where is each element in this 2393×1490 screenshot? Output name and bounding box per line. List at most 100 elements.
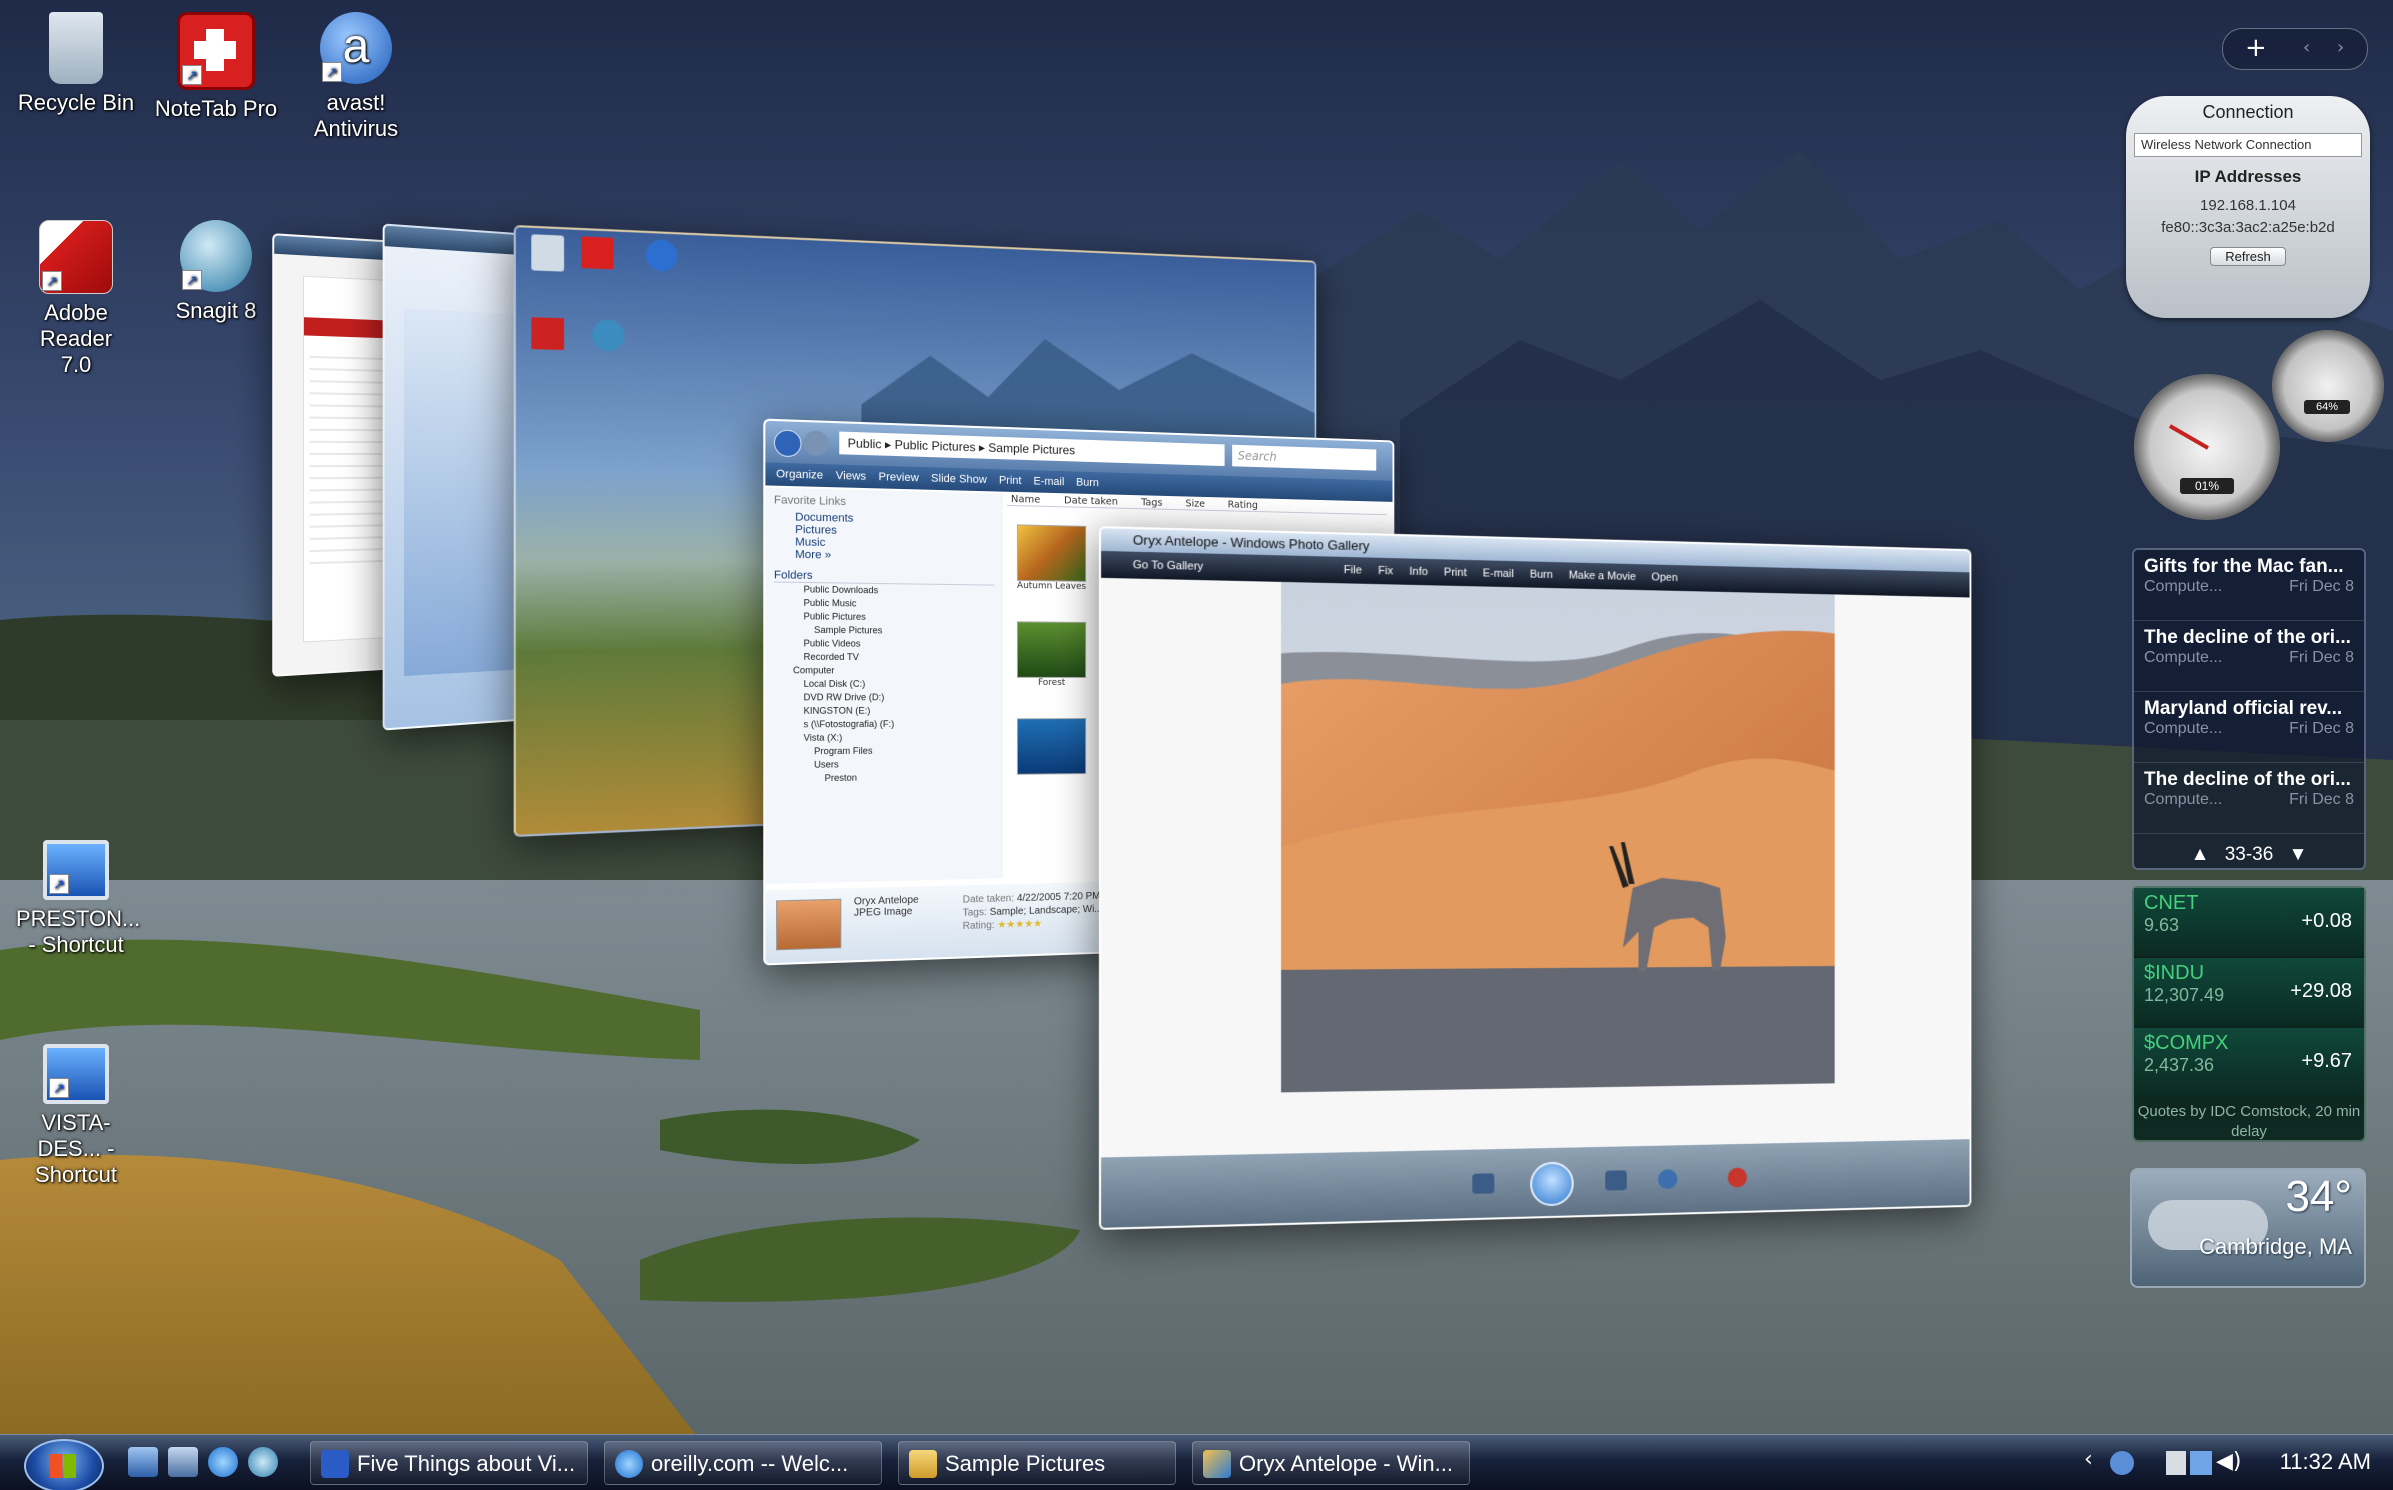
menu-fix[interactable]: Fix <box>1378 558 1393 585</box>
column-date[interactable]: Date taken <box>1064 495 1118 507</box>
stock-row[interactable]: CNET 9.63 +0.08 <box>2134 888 2364 956</box>
rotate-left-icon[interactable] <box>1658 1169 1677 1189</box>
feed-prev-icon[interactable]: ▲ <box>2191 844 2210 865</box>
folder-item[interactable]: KINGSTON (E:) <box>774 704 995 718</box>
desktop-icon-snagit[interactable]: ↗ Snagit 8 <box>146 220 286 324</box>
start-button[interactable] <box>24 1439 104 1490</box>
feed-title: Maryland official rev... <box>2144 698 2354 720</box>
menu-info[interactable]: Info <box>1409 559 1428 586</box>
folder-item[interactable]: Recorded TV <box>774 650 995 664</box>
feed-item[interactable]: Gifts for the Mac fan... Compute... Fri D… <box>2134 550 2364 621</box>
desktop-icon-avast[interactable]: a ↗ avast! Antivirus <box>286 12 426 142</box>
desktop-icon-preston-shortcut[interactable]: ↗ PRESTON... - Shortcut <box>6 840 146 958</box>
column-name[interactable]: Name <box>1011 494 1040 506</box>
connection-select[interactable]: Wireless Network Connection <box>2134 133 2362 157</box>
weather-gadget[interactable]: 34° Cambridge, MA <box>2130 1168 2366 1288</box>
feed-next-icon[interactable]: ▼ <box>2289 844 2308 865</box>
thumbnail-fish[interactable] <box>1017 718 1086 775</box>
delete-icon[interactable] <box>1728 1167 1747 1187</box>
details-date-label: Date taken: <box>963 893 1014 906</box>
taskbar-button-browser[interactable]: oreilly.com -- Welc... <box>604 1441 882 1485</box>
folder-item[interactable]: Public Videos <box>774 637 995 652</box>
show-desktop-icon[interactable] <box>128 1447 158 1477</box>
next-button[interactable] <box>1605 1170 1627 1190</box>
cpu-needle <box>2169 424 2209 449</box>
desktop-icon-vista-shortcut[interactable]: ↗ VISTA-DES... - Shortcut <box>6 1044 146 1188</box>
toolbar-slideshow[interactable]: Slide Show <box>931 467 987 491</box>
slideshow-button[interactable] <box>1530 1161 1574 1206</box>
folder-tree: Public Downloads Public Music Public Pic… <box>774 583 995 786</box>
toolbar-print[interactable]: Print <box>999 469 1022 492</box>
feed-page-range: 33-36 <box>2225 844 2274 865</box>
sidebar-prev-icon[interactable]: ‹ <box>2303 37 2310 58</box>
feed-item[interactable]: The decline of the ori... Compute... Fri … <box>2134 763 2364 834</box>
stock-row[interactable]: $COMPX 2,437.36 +9.67 <box>2134 1028 2364 1096</box>
thumbnail-label: Forest <box>1017 678 1086 688</box>
taskbar-button-explorer[interactable]: Sample Pictures <box>898 1441 1176 1485</box>
tray-expand-icon[interactable]: ‹ <box>2084 1447 2093 1472</box>
folder-item[interactable]: Public Pictures <box>774 610 995 625</box>
menu-email[interactable]: E-mail <box>1483 560 1514 587</box>
menu-file[interactable]: File <box>1344 557 1362 584</box>
desktop: Recycle Bin ↗ NoteTab Pro a ↗ avast! Anti… <box>0 0 2393 1490</box>
menu-burn[interactable]: Burn <box>1530 562 1553 589</box>
taskbar-button-label: Five Things about Vi... <box>357 1451 575 1476</box>
stock-change: +29.08 <box>2290 980 2352 1003</box>
desktop-icon-recycle-bin[interactable]: Recycle Bin <box>6 12 146 116</box>
previous-button[interactable] <box>1472 1173 1494 1194</box>
folder-item[interactable]: Local Disk (C:) <box>774 677 995 691</box>
search-input[interactable]: Search <box>1232 445 1376 471</box>
menu-print[interactable]: Print <box>1444 559 1467 586</box>
toolbar-burn[interactable]: Burn <box>1076 472 1099 495</box>
toolbar-views[interactable]: Views <box>836 465 866 489</box>
snagit-quicklaunch-icon[interactable] <box>248 1447 278 1477</box>
switch-windows-icon[interactable] <box>168 1447 198 1477</box>
desktop-icon-adobe-reader[interactable]: ↗ Adobe Reader 7.0 <box>6 220 146 378</box>
column-rating[interactable]: Rating <box>1228 500 1258 512</box>
desktop-icon-notetab[interactable]: ↗ NoteTab Pro <box>146 12 286 122</box>
network-tray-icon[interactable] <box>2110 1451 2134 1475</box>
computer-shortcut-icon: ↗ <box>43 1044 109 1104</box>
column-tags[interactable]: Tags <box>1141 497 1162 508</box>
taskbar-clock[interactable]: 11:32 AM <box>2280 1449 2371 1475</box>
toolbar-preview[interactable]: Preview <box>879 466 919 490</box>
toolbar-organize[interactable]: Organize <box>776 463 823 487</box>
back-button[interactable] <box>774 429 802 457</box>
details-tags[interactable]: Sample; Landscape; Wi... <box>990 904 1103 918</box>
refresh-button[interactable]: Refresh <box>2210 247 2286 266</box>
forward-button[interactable] <box>804 430 829 456</box>
add-gadget-icon[interactable]: + <box>2245 33 2267 63</box>
taskbar-button-photo-gallery[interactable]: Oryx Antelope - Win... <box>1192 1441 1470 1485</box>
recycle-bin-icon <box>49 12 103 84</box>
memory-value: 64% <box>2304 400 2350 414</box>
feed-item[interactable]: The decline of the ori... Compute... Fri … <box>2134 621 2364 692</box>
folder-item[interactable]: Preston <box>774 770 995 786</box>
notification-area: ‹ ◀) <box>2080 1445 2250 1481</box>
internet-explorer-icon[interactable] <box>208 1447 238 1477</box>
address-bar[interactable]: Public ▸ Public Pictures ▸ Sample Pictur… <box>839 432 1224 467</box>
security-tray-icon[interactable] <box>2166 1451 2186 1475</box>
taskbar-button-word[interactable]: Five Things about Vi... <box>310 1441 588 1485</box>
taskbar-button-label: Oryx Antelope - Win... <box>1239 1451 1453 1476</box>
menu-open[interactable]: Open <box>1652 565 1678 591</box>
connection-tray-icon[interactable] <box>2190 1451 2212 1475</box>
menu-make-movie[interactable]: Make a Movie <box>1569 562 1636 589</box>
thumbnail-autumn[interactable]: Autumn Leaves <box>1017 524 1086 592</box>
feed-item[interactable]: Maryland official rev... Compute... Fri D… <box>2134 692 2364 763</box>
oryx-antelope-photo <box>1281 582 1835 1092</box>
folder-item[interactable]: s (\\Fotostografia) (F:) <box>774 717 995 731</box>
column-size[interactable]: Size <box>1185 498 1205 509</box>
photo-view <box>1101 578 1969 1158</box>
thumbnail-forest[interactable]: Forest <box>1017 621 1086 688</box>
toolbar-email[interactable]: E-mail <box>1033 470 1064 493</box>
flip-window-photo-gallery[interactable]: Oryx Antelope - Windows Photo Gallery Go… <box>1099 526 1971 1230</box>
stock-row[interactable]: $INDU 12,307.49 +29.08 <box>2134 958 2364 1026</box>
network-gadget: Connection Wireless Network Connection I… <box>2126 96 2370 318</box>
folder-item[interactable]: Computer <box>774 664 995 678</box>
sidebar-next-icon[interactable]: › <box>2337 37 2344 58</box>
folder-item[interactable]: DVD RW Drive (D:) <box>774 691 995 705</box>
rating-stars-icon[interactable]: ★★★★★ <box>997 918 1042 930</box>
word-doc-icon <box>321 1450 349 1478</box>
go-to-gallery-button[interactable]: Go To Gallery <box>1133 552 1203 580</box>
volume-icon[interactable]: ◀) <box>2216 1449 2242 1474</box>
